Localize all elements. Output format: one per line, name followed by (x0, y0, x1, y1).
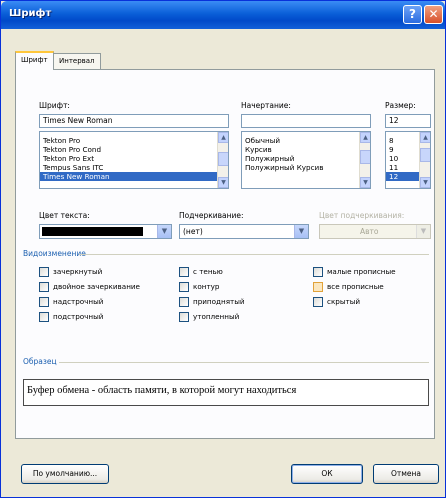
checkbox-box[interactable] (179, 267, 189, 277)
checkbox-label: контур (193, 282, 220, 291)
chevron-down-icon: ▼ (416, 225, 430, 238)
underline-value: (нет) (183, 227, 203, 236)
list-item[interactable]: 9 (386, 145, 420, 154)
list-item[interactable]: 8 (386, 136, 420, 145)
scroll-down-icon[interactable]: ▼ (360, 177, 370, 188)
checkbox-label: все прописные (327, 282, 384, 291)
scroll-up-icon[interactable]: ▲ (218, 132, 228, 143)
title-bar[interactable]: Шрифт ? ✕ (1, 1, 445, 29)
cancel-button[interactable]: Отмена (373, 464, 439, 484)
group-divider (79, 254, 429, 255)
list-item[interactable]: Tekton Pro Ext (40, 154, 218, 163)
preview-box: Буфер обмена - область памяти, в которой… (23, 379, 429, 406)
scroll-down-icon[interactable]: ▼ (420, 177, 430, 188)
font-input[interactable]: Times New Roman (39, 114, 229, 128)
size-list-scrollbar[interactable]: ▲ ▼ (419, 132, 430, 188)
ok-button[interactable]: ОК (291, 464, 363, 484)
underline-color-combo: Авто ▼ (319, 224, 431, 239)
font-list[interactable]: Tekton Pro Tekton Pro Cond Tekton Pro Ex… (39, 131, 229, 189)
checkbox-box[interactable] (179, 312, 189, 322)
underline-combo[interactable]: (нет) ▼ (179, 224, 309, 239)
font-dialog: Шрифт ? ✕ Шрифт Интервал Шрифт: Times Ne… (0, 0, 446, 498)
scroll-up-icon[interactable]: ▲ (360, 132, 370, 143)
list-item[interactable]: Обычный (242, 136, 360, 145)
scroll-down-icon[interactable]: ▼ (218, 177, 228, 188)
list-item[interactable]: Tempus Sans ITC (40, 163, 218, 172)
list-item[interactable]: Курсив (242, 145, 360, 154)
list-item[interactable]: Tekton Pro (40, 136, 218, 145)
checkbox-box[interactable] (313, 267, 323, 277)
size-input[interactable]: 12 (385, 114, 431, 128)
checkbox-label: утопленный (193, 312, 240, 321)
scroll-up-icon[interactable]: ▲ (420, 132, 430, 143)
scroll-thumb[interactable] (360, 150, 370, 164)
scroll-thumb[interactable] (218, 152, 228, 166)
list-item[interactable]: Tekton Pro Cond (40, 145, 218, 154)
preview-text: Буфер обмена - область памяти, в которой… (27, 385, 297, 396)
checkbox-label: малые прописные (327, 267, 396, 276)
checkbox-box[interactable] (39, 297, 49, 307)
tab-spacing[interactable]: Интервал (53, 53, 101, 69)
checkbox-label: надстрочный (53, 297, 104, 306)
style-list[interactable]: Обычный Курсив Полужирный Полужирный Кур… (241, 131, 371, 189)
text-color-combo[interactable]: ▼ (39, 224, 172, 239)
checkbox-box[interactable] (39, 282, 49, 292)
list-item-selected[interactable]: Times New Roman (40, 172, 218, 181)
tab-font[interactable]: Шрифт (15, 51, 54, 70)
checkbox-label: приподнятый (193, 297, 245, 306)
checkbox-label: двойное зачеркивание (53, 282, 140, 291)
preview-group-title: Образец (23, 357, 57, 366)
group-divider (59, 362, 429, 363)
checkbox-box[interactable] (313, 297, 323, 307)
underline-color-value: Авто (360, 227, 379, 236)
list-item[interactable]: Полужирный (242, 154, 360, 163)
window-title: Шрифт (9, 8, 52, 19)
checkbox-box[interactable] (179, 297, 189, 307)
list-item[interactable]: 11 (386, 163, 420, 172)
checkbox-label: с тенью (193, 267, 223, 276)
style-label: Начертание: (241, 101, 291, 110)
font-list-scrollbar[interactable]: ▲ ▼ (217, 132, 228, 188)
default-button[interactable]: По умолчанию... (21, 464, 109, 484)
scroll-thumb[interactable] (420, 148, 430, 162)
text-color-label: Цвет текста: (39, 211, 90, 220)
close-button[interactable]: ✕ (424, 5, 443, 24)
underline-label: Подчеркивание: (179, 211, 244, 220)
effects-group-title: Видоизменение (23, 249, 86, 258)
underline-color-label: Цвет подчеркивания: (319, 211, 405, 220)
list-item[interactable]: 10 (386, 154, 420, 163)
chevron-down-icon[interactable]: ▼ (294, 225, 308, 238)
checkbox-box[interactable] (39, 312, 49, 322)
style-input[interactable] (241, 114, 371, 128)
color-swatch (42, 227, 143, 236)
list-item[interactable]: Полужирный Курсив (242, 163, 360, 172)
size-list[interactable]: 8 9 10 11 12 ▲ ▼ (385, 131, 431, 189)
font-label: Шрифт: (39, 101, 70, 110)
checkbox-label: скрытый (327, 297, 361, 306)
checkbox-box[interactable] (313, 282, 323, 292)
style-list-scrollbar[interactable]: ▲ ▼ (359, 132, 370, 188)
help-button[interactable]: ? (403, 5, 422, 24)
checkbox-label: подстрочный (53, 312, 104, 321)
checkbox-label: зачеркнутый (53, 267, 103, 276)
size-label: Размер: (385, 101, 416, 110)
checkbox-box[interactable] (179, 282, 189, 292)
list-item-selected[interactable]: 12 (386, 172, 420, 181)
chevron-down-icon[interactable]: ▼ (157, 225, 171, 238)
checkbox-box[interactable] (39, 267, 49, 277)
